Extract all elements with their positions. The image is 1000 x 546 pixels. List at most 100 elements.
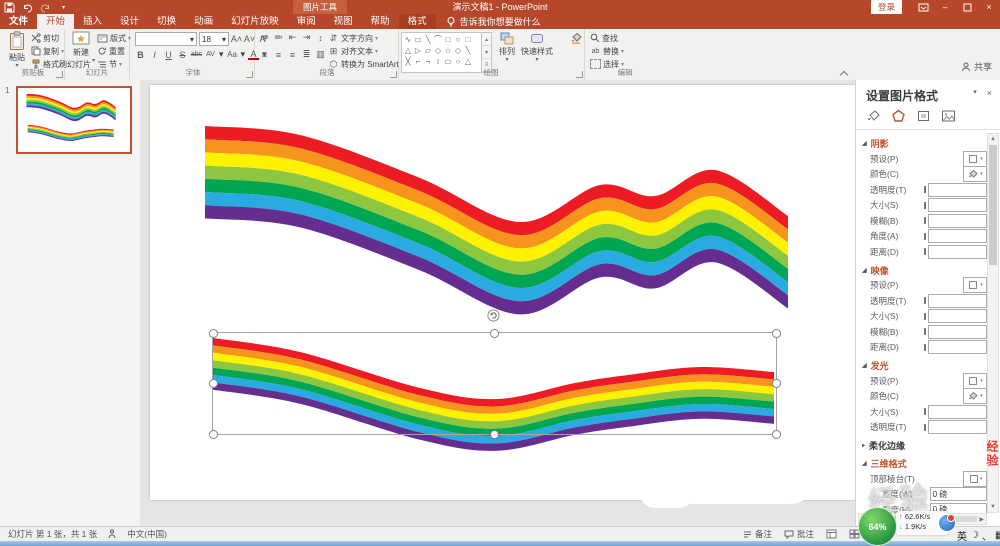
section-header-shadow[interactable]: ◢阴影 — [862, 136, 987, 151]
share-button[interactable]: 共享 — [961, 60, 992, 73]
text-direction-button[interactable]: ⇵文字方向▾ — [328, 32, 404, 44]
browser-tray-icon[interactable] — [938, 514, 956, 532]
find-button[interactable]: 查找 — [590, 32, 624, 44]
fill-line-tab-icon[interactable] — [866, 109, 881, 123]
shape-glyph-11[interactable]: ☆ — [443, 45, 453, 56]
reflection-distance-field[interactable] — [928, 340, 987, 354]
font-name-combo[interactable]: ▾ — [135, 32, 197, 46]
section-header-soft-edges[interactable]: ▸柔化边缘 — [862, 438, 987, 453]
tab-help[interactable]: 帮助 — [362, 14, 399, 29]
decrease-indent-icon[interactable]: ⇤ — [287, 32, 298, 43]
accessibility-icon[interactable] — [107, 529, 117, 539]
sign-in-button[interactable]: 登录 — [871, 0, 902, 14]
effects-tab-icon[interactable] — [891, 109, 906, 123]
replace-button[interactable]: ab替换▾ — [590, 45, 624, 57]
pane-close-icon[interactable]: × — [987, 88, 992, 98]
picture-tab-icon[interactable] — [941, 109, 956, 123]
3d-format-width-spinner[interactable]: 0 磅 — [930, 487, 987, 501]
clipboard-dialog-launcher[interactable] — [56, 71, 63, 78]
shadow-distance-field[interactable] — [928, 245, 987, 259]
font-dialog-launcher[interactable] — [246, 71, 253, 78]
shape-glyph-4[interactable]: □ — [443, 34, 453, 45]
reflection-preset-button[interactable]: ▾ — [963, 277, 987, 293]
ime-punctuation-icon[interactable]: 、 — [982, 528, 992, 543]
comments-button[interactable]: 批注 — [784, 528, 814, 540]
shadow-transparency-field[interactable] — [928, 183, 987, 197]
glow-color-button[interactable]: ▾ — [963, 388, 987, 404]
align-left-icon[interactable]: ≡ — [259, 49, 270, 60]
decrease-font-icon[interactable]: A˅ — [244, 34, 255, 45]
quick-styles-button[interactable]: 快速样式▾ — [520, 32, 554, 62]
paste-button[interactable]: 粘贴▾ — [5, 31, 29, 68]
shape-glyph-13[interactable]: ╲ — [463, 45, 473, 56]
italic-button[interactable]: I — [149, 49, 160, 60]
increase-indent-icon[interactable]: ⇥ — [301, 32, 312, 43]
align-text-button[interactable]: ⊞对齐文本▾ — [328, 45, 404, 57]
shape-glyph-14[interactable]: ╳ — [403, 56, 413, 67]
shape-glyph-15[interactable]: ⌐ — [413, 56, 423, 67]
align-center-icon[interactable]: ≡ — [273, 49, 284, 60]
glow-preset-button[interactable]: ▾ — [963, 373, 987, 389]
numbering-icon[interactable]: ≕ — [273, 32, 284, 43]
shape-glyph-20[interactable]: △ — [463, 56, 473, 67]
tab-animations[interactable]: 动画 — [185, 14, 222, 29]
shape-glyph-18[interactable]: ▭ — [443, 56, 453, 67]
normal-view-icon[interactable] — [826, 529, 837, 539]
selection-handle-0[interactable] — [209, 329, 218, 338]
shadow-size-field[interactable] — [928, 198, 987, 212]
drawing-dialog-launcher[interactable] — [576, 71, 583, 78]
font-size-combo[interactable]: 18▾ — [199, 32, 229, 46]
glow-size-field[interactable] — [928, 405, 987, 419]
selection-handle-2[interactable] — [772, 329, 781, 338]
shape-glyph-0[interactable]: ∿ — [403, 34, 413, 45]
tab-insert[interactable]: 插入 — [74, 14, 111, 29]
shape-glyph-2[interactable]: ╲ — [423, 34, 433, 45]
glow-transparency-field[interactable] — [928, 420, 987, 434]
underline-button[interactable]: U — [163, 49, 174, 60]
section-header-3d-format[interactable]: ◢三维格式 — [862, 456, 987, 471]
tab-file[interactable]: 文件 — [0, 14, 37, 29]
shape-glyph-8[interactable]: ▷ — [413, 45, 423, 56]
shape-fill-button[interactable] — [570, 32, 582, 44]
strikethrough-button[interactable]: S — [177, 49, 188, 60]
tab-slideshow[interactable]: 幻灯片放映 — [222, 14, 288, 29]
char-spacing-button[interactable]: AV — [205, 49, 216, 60]
shadow-color-button[interactable]: ▾ — [963, 166, 987, 182]
reset-button[interactable]: 重置 — [97, 45, 131, 57]
tab-transitions[interactable]: 切换 — [148, 14, 185, 29]
bold-button[interactable]: B — [135, 49, 146, 60]
shape-glyph-6[interactable]: □ — [463, 34, 473, 45]
arrange-button[interactable]: 排列▾ — [494, 32, 520, 62]
pane-menu-icon[interactable]: ▾ — [973, 88, 977, 98]
shadow-text-button[interactable]: abc — [191, 49, 202, 60]
minimize-button[interactable]: – — [934, 0, 956, 14]
columns-icon[interactable]: ▥ — [315, 49, 326, 60]
ime-fullwidth-icon[interactable]: ☽ — [970, 530, 979, 541]
paragraph-dialog-launcher[interactable] — [390, 71, 397, 78]
selection-handle-5[interactable] — [209, 430, 218, 439]
selection-handle-4[interactable] — [772, 379, 781, 388]
reflection-transparency-field[interactable] — [928, 294, 987, 308]
selection-handle-6[interactable] — [490, 430, 499, 439]
slide-thumbnail[interactable] — [16, 86, 132, 154]
selection-handle-1[interactable] — [490, 329, 499, 338]
copy-button[interactable]: 复制▾ — [31, 45, 67, 57]
shadow-angle-field[interactable] — [928, 229, 987, 243]
change-case-button[interactable]: Aa — [227, 49, 238, 60]
speed-ball-overlay[interactable]: 64% — [858, 507, 897, 546]
justify-icon[interactable]: ≣ — [301, 49, 312, 60]
reflection-size-field[interactable] — [928, 309, 987, 323]
tab-design[interactable]: 设计 — [111, 14, 148, 29]
shape-glyph-7[interactable]: △ — [403, 45, 413, 56]
notes-button[interactable]: 备注 — [743, 528, 772, 540]
shadow-preset-button[interactable]: ▾ — [963, 151, 987, 167]
maximize-button[interactable] — [956, 0, 978, 14]
language-indicator[interactable]: 中文(中国) — [127, 528, 167, 540]
line-spacing-icon[interactable]: ↕ — [315, 32, 326, 43]
shape-glyph-9[interactable]: ▱ — [423, 45, 433, 56]
collapse-ribbon-icon[interactable] — [841, 70, 848, 77]
tab-format[interactable]: 格式 — [399, 14, 436, 29]
3d-format-top-bevel-dropdown[interactable]: ▾ — [963, 471, 987, 487]
increase-font-icon[interactable]: A˄ — [231, 34, 242, 45]
shape-glyph-3[interactable]: ⌒ — [433, 34, 443, 45]
